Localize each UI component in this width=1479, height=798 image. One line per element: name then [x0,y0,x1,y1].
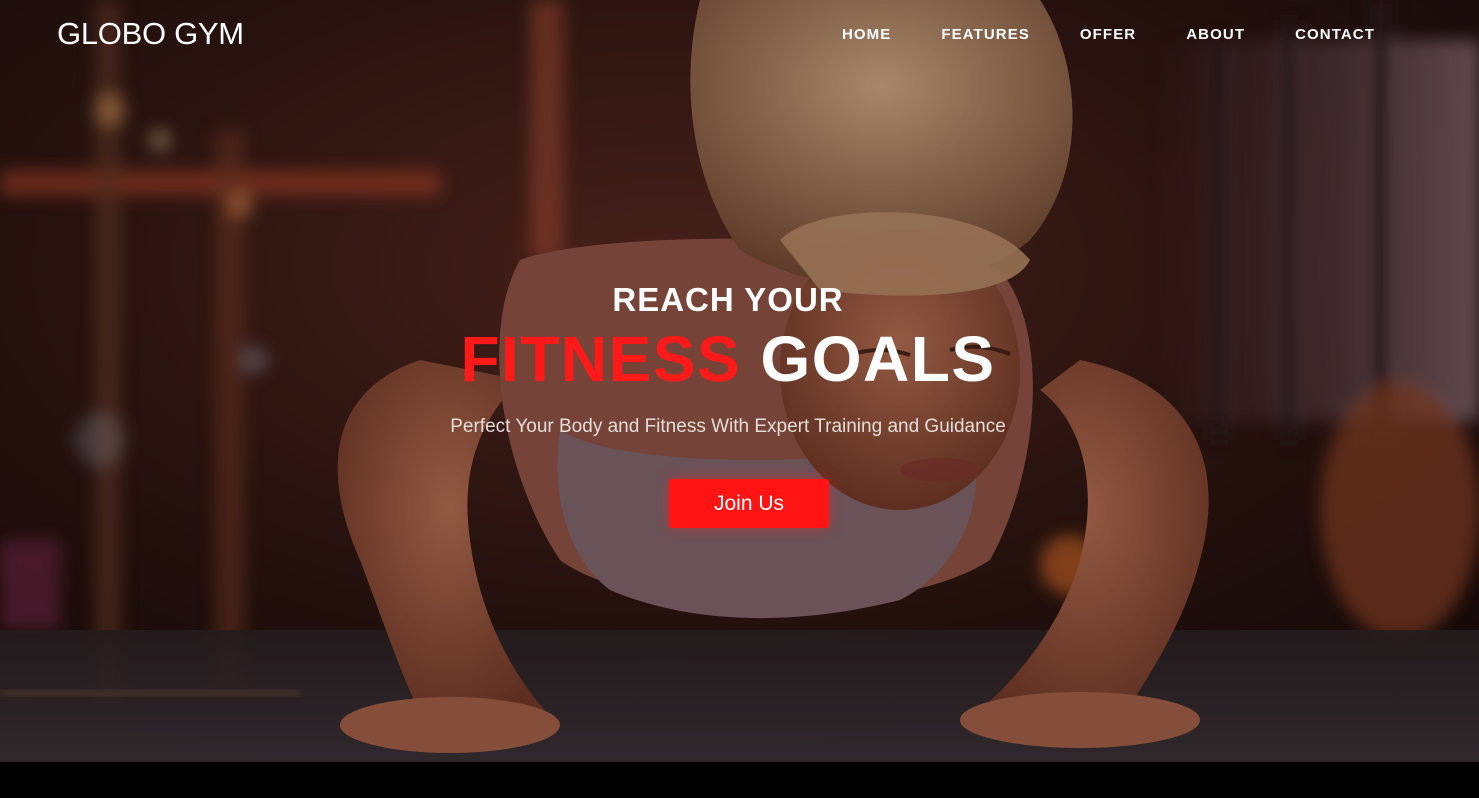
page-bottom-bar [0,762,1479,798]
hero-title-accent: FITNESS [460,323,742,395]
hero-subtitle: Perfect Your Body and Fitness With Exper… [450,416,1006,437]
join-us-button[interactable]: Join Us [669,479,829,528]
hero-title-top: REACH YOUR [612,281,844,318]
hero-title-rest: GOALS [760,323,996,395]
hero-section: GLOBO GYM HOME FEATURES OFFER ABOUT CONT… [0,0,1479,762]
hero-title-main: FITNESS GOALS [0,322,1456,396]
hero-text-block: REACH YOUR FITNESS GOALS Perfect Your Bo… [0,0,1479,762]
